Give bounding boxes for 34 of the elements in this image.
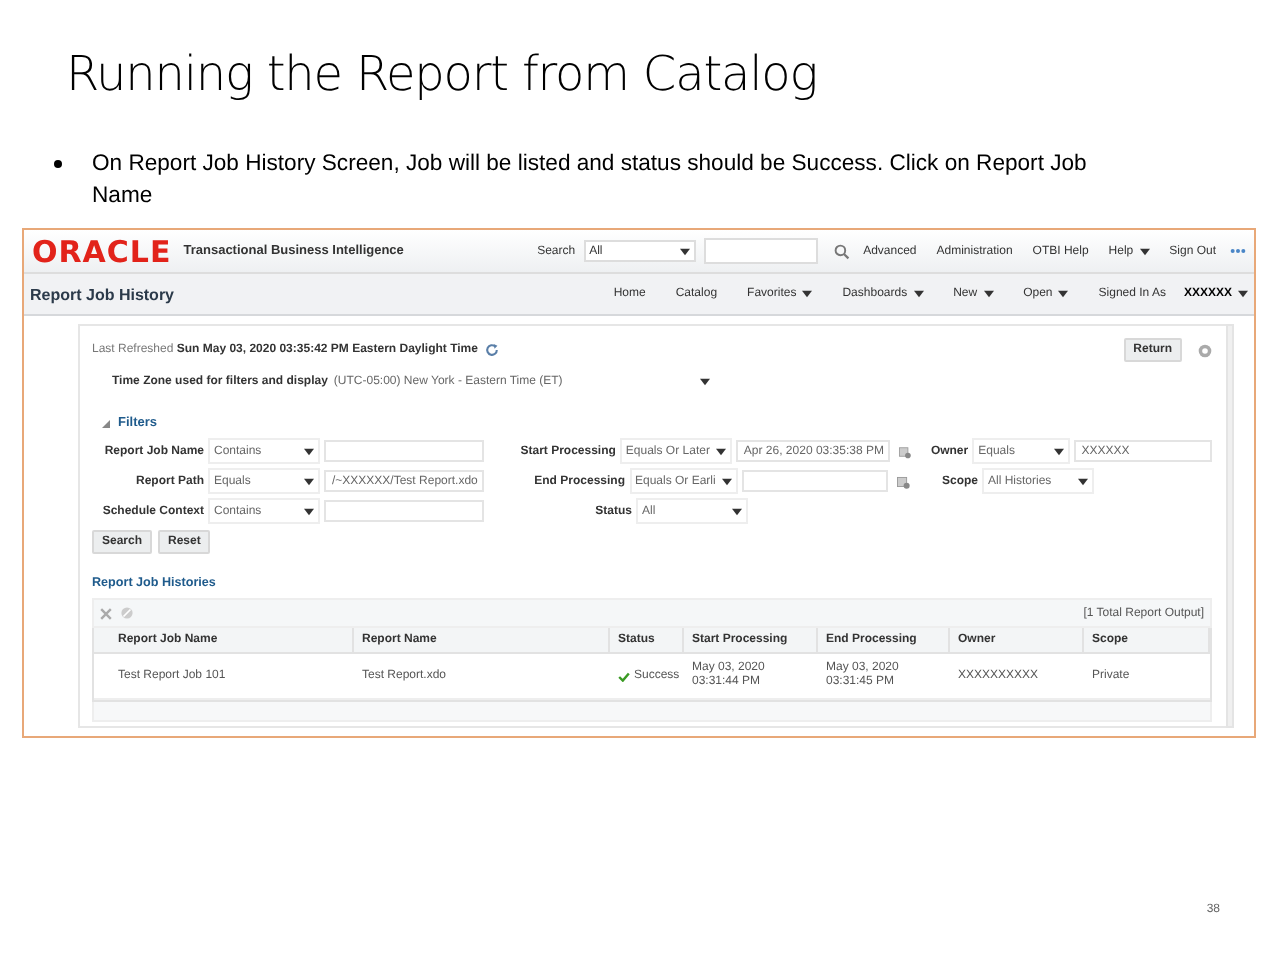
logo: ORACLE [32,233,172,269]
caret-icon [304,507,314,515]
search-field[interactable] [703,238,818,264]
caret-icon [802,290,813,298]
caret-icon [304,477,314,485]
caret-icon [1053,447,1064,455]
calendar-icon[interactable] [897,443,912,459]
caret-icon [721,477,732,485]
caret-icon [913,290,924,298]
page-title: Report Job History [30,285,175,303]
caret-icon [699,377,710,385]
refresh-icon[interactable] [483,342,500,358]
help-icon[interactable] [1198,343,1212,357]
search-icon[interactable] [833,243,850,259]
calendar-icon[interactable] [896,473,912,489]
caret-icon [715,447,726,455]
filter-input[interactable] [324,440,484,462]
caret-icon [1139,247,1150,255]
caret-icon [983,290,994,298]
filter-input[interactable] [324,500,484,522]
caret-icon [304,447,314,455]
caret-icon[interactable] [1238,290,1248,298]
caret-icon [679,247,690,255]
close-icon[interactable] [100,607,112,619]
slide-title: Running the Report from Catalog [64,44,820,104]
caret-icon [1078,477,1088,485]
more-icon[interactable] [1230,248,1246,254]
caret-icon [732,507,742,515]
caret-icon [1058,290,1069,298]
bullet-icon [54,160,62,168]
bullet-text: On Report Job History Screen, Job will be listed and status should be Success. Click on Report Job Name [92,150,1089,212]
filter-input[interactable] [741,470,889,492]
cancel-icon[interactable] [120,606,134,620]
expand-icon[interactable] [102,419,110,427]
